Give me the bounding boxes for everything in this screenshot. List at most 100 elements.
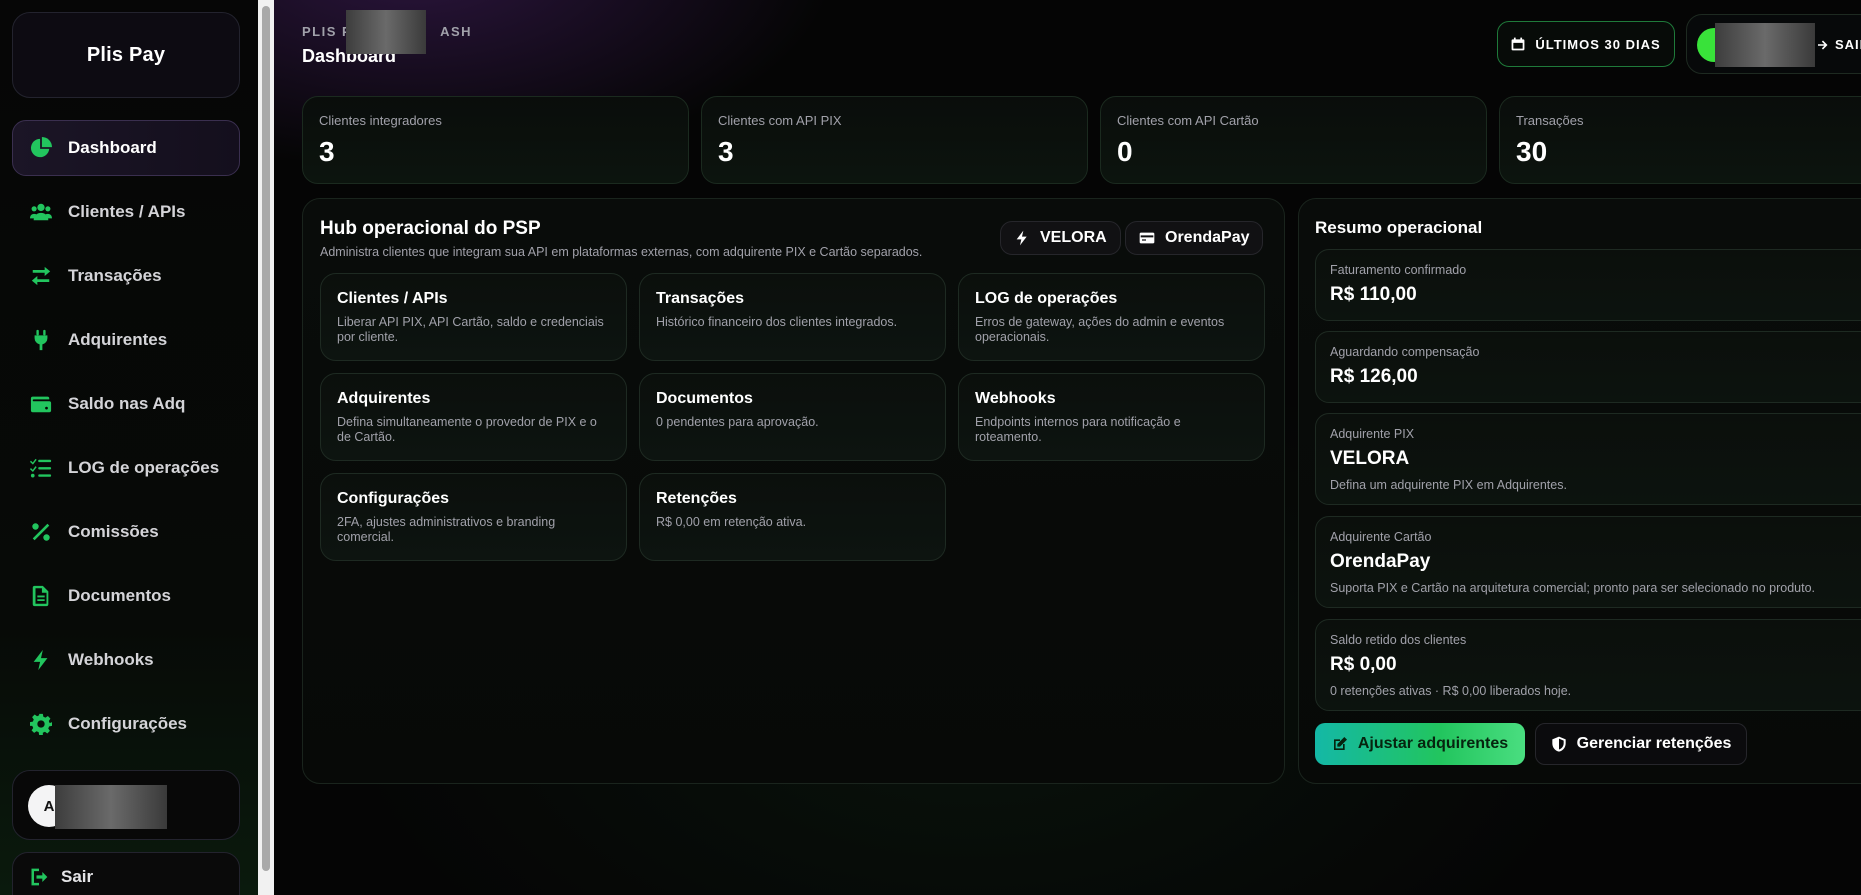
hub-card-title: Webhooks <box>975 390 1056 407</box>
stat-value: 3 <box>319 136 335 167</box>
calendar-icon <box>1511 37 1525 51</box>
hub-card-transacoes[interactable]: Transações Histórico financeiro dos clie… <box>639 273 946 361</box>
shield-icon <box>1551 736 1566 752</box>
date-range-label: ÚLTIMOS 30 DIAS <box>1535 36 1661 52</box>
sidebar-item-dashboard[interactable]: Dashboard <box>12 120 240 176</box>
resumo-value: VELORA <box>1330 448 1410 469</box>
redacted-breadcrumb <box>346 10 426 54</box>
logout-button[interactable]: Sair <box>12 852 240 895</box>
credit-card-icon <box>1139 232 1155 244</box>
header-logout-label: SAIR <box>1835 37 1861 52</box>
hub-card-title: LOG de operações <box>975 290 1118 307</box>
sidebar-item-documentos[interactable]: Documentos <box>12 568 240 624</box>
resumo-desc: 0 retenções ativas · R$ 0,00 liberados h… <box>1330 684 1572 698</box>
resumo-aguardando: Aguardando compensação R$ 126,00 <box>1315 331 1861 403</box>
sidebar-item-webhooks[interactable]: Webhooks <box>12 632 240 688</box>
arrows-exchange-icon <box>31 266 51 286</box>
stat-card-clientes-pix: Clientes com API PIX 3 <box>701 96 1088 184</box>
edit-icon <box>1333 737 1347 750</box>
hub-card-desc: Liberar API PIX, API Cartão, saldo e cre… <box>337 315 604 344</box>
stat-label: Clientes com API PIX <box>718 113 842 128</box>
hub-card-adquirentes[interactable]: Adquirentes Defina simultaneamente o pro… <box>320 373 627 461</box>
adjust-acquirers-label: Ajustar adquirentes <box>1357 735 1509 752</box>
plug-icon <box>34 329 48 351</box>
hub-card-webhooks[interactable]: Webhooks Endpoints internos para notific… <box>958 373 1265 461</box>
hub-title: Hub operacional do PSP <box>320 218 541 239</box>
sidebar-item-label: Clientes / APIs <box>68 202 186 221</box>
resumo-desc: Defina um adquirente PIX em Adquirentes. <box>1330 478 1567 492</box>
user-profile-card[interactable]: A <box>12 770 240 840</box>
date-range-button[interactable]: ÚLTIMOS 30 DIAS <box>1497 21 1675 67</box>
hub-card-desc: R$ 0,00 em retenção ativa. <box>656 515 807 529</box>
bolt-icon <box>1016 230 1027 246</box>
sidebar-item-label: Saldo nas Adq <box>68 394 186 413</box>
hub-subtitle: Administra clientes que integram sua API… <box>320 245 923 259</box>
resumo-adquirente-cartao: Adquirente Cartão OrendaPay Suporta PIX … <box>1315 516 1861 608</box>
hub-card-desc: 0 pendentes para aprovação. <box>656 415 819 429</box>
sidebar-item-clientes-apis[interactable]: Clientes / APIs <box>12 184 240 240</box>
resumo-label: Adquirente Cartão <box>1330 530 1432 544</box>
stat-label: Transações <box>1516 113 1584 128</box>
breadcrumb-end: ASH <box>440 24 473 39</box>
sidebar-item-label: Dashboard <box>68 138 157 157</box>
sidebar-item-label: Comissões <box>68 522 159 541</box>
hub-card-log-operacoes[interactable]: LOG de operações Erros de gateway, ações… <box>958 273 1265 361</box>
resumo-title: Resumo operacional <box>1315 218 1483 237</box>
sidebar-item-transacoes[interactable]: Transações <box>12 248 240 304</box>
header-logout-button[interactable]: SAIR <box>1817 37 1861 52</box>
sidebar-item-comissoes[interactable]: Comissões <box>12 504 240 560</box>
adjust-acquirers-button[interactable]: Ajustar adquirentes <box>1315 723 1525 765</box>
brand-logo[interactable]: Plis Pay <box>12 12 240 98</box>
hub-card-desc: Endpoints internos para notificação e ro… <box>975 415 1181 444</box>
sidebar-scrollbar[interactable] <box>258 0 274 895</box>
stat-value: 0 <box>1117 136 1133 167</box>
bolt-icon <box>33 649 48 671</box>
hub-card-title: Adquirentes <box>337 390 431 407</box>
resumo-label: Aguardando compensação <box>1330 345 1480 359</box>
sidebar-item-label: Configurações <box>68 714 188 733</box>
redacted-user-name <box>55 785 167 829</box>
sidebar-item-adquirentes[interactable]: Adquirentes <box>12 312 240 368</box>
stat-card-clientes-integradores: Clientes integradores 3 <box>302 96 689 184</box>
hub-card-retencoes[interactable]: Retenções R$ 0,00 em retenção ativa. <box>639 473 946 561</box>
hub-card-title: Documentos <box>656 390 753 407</box>
hub-card-clientes-apis[interactable]: Clientes / APIs Liberar API PIX, API Car… <box>320 273 627 361</box>
hub-card-configuracoes[interactable]: Configurações 2FA, ajustes administrativ… <box>320 473 627 561</box>
resumo-label: Faturamento confirmado <box>1330 263 1467 277</box>
resumo-value: OrendaPay <box>1330 551 1431 572</box>
sidebar-nav: Dashboard Clientes / APIs Transações Adq… <box>12 120 240 760</box>
sidebar-item-label: Transações <box>68 266 162 285</box>
hub-card-title: Retenções <box>656 490 737 507</box>
arrow-right-icon <box>1818 40 1828 49</box>
file-icon <box>32 585 49 607</box>
logout-icon <box>31 868 48 886</box>
resumo-value: R$ 126,00 <box>1330 366 1418 387</box>
stat-value: 3 <box>718 136 734 167</box>
hub-card-desc: Defina simultaneamente o provedor de PIX… <box>337 415 597 444</box>
resumo-saldo-retido: Saldo retido dos clientes R$ 0,00 0 rete… <box>1315 619 1861 711</box>
stat-value: 30 <box>1516 136 1548 167</box>
scrollbar-thumb[interactable] <box>262 6 270 871</box>
sidebar-item-configuracoes[interactable]: Configurações <box>12 696 240 752</box>
users-icon <box>30 203 52 221</box>
pill-orendapay[interactable]: OrendaPay <box>1125 221 1264 255</box>
list-check-icon <box>30 458 52 478</box>
pill-velora[interactable]: VELORA <box>1000 221 1121 255</box>
sidebar-item-saldo-adq[interactable]: Saldo nas Adq <box>12 376 240 432</box>
header-user-menu[interactable]: SAIR <box>1686 14 1861 74</box>
hub-card-title: Clientes / APIs <box>337 290 448 307</box>
sidebar-item-label: Documentos <box>68 586 171 605</box>
hub-card-documentos[interactable]: Documentos 0 pendentes para aprovação. <box>639 373 946 461</box>
sidebar-item-log-operacoes[interactable]: LOG de operações <box>12 440 240 496</box>
resumo-desc: Suporta PIX e Cartão na arquitetura come… <box>1330 581 1816 595</box>
wallet-icon <box>30 396 52 413</box>
stat-label: Clientes integradores <box>319 113 442 128</box>
hub-card-title: Configurações <box>337 490 450 507</box>
stat-card-transacoes: Transações 30 <box>1499 96 1861 184</box>
pie-chart-icon <box>30 137 52 158</box>
hub-card-desc: Erros de gateway, ações do admin e event… <box>975 315 1225 344</box>
hub-card-desc: Histórico financeiro dos clientes integr… <box>656 315 898 329</box>
resumo-label: Adquirente PIX <box>1330 427 1415 441</box>
manage-retentions-button[interactable]: Gerenciar retenções <box>1535 723 1747 765</box>
manage-retentions-label: Gerenciar retenções <box>1576 735 1732 752</box>
